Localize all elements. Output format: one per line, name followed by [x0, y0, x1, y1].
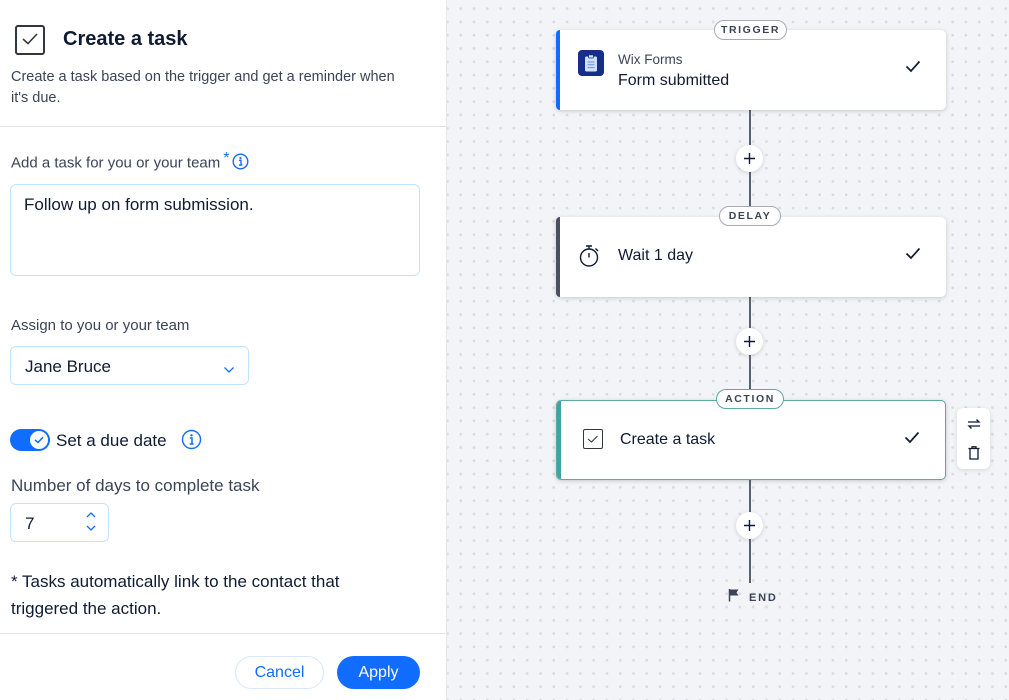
info-icon[interactable]	[181, 429, 202, 455]
stopwatch-icon	[579, 244, 601, 273]
action-node[interactable]: Create a task	[556, 400, 946, 480]
end-marker: END	[728, 588, 778, 607]
delete-icon[interactable]	[966, 445, 982, 461]
delay-type-pill: DELAY	[719, 206, 781, 226]
trigger-type-pill: TRIGGER	[714, 20, 787, 40]
add-step-button[interactable]	[736, 145, 763, 172]
toggle-knob	[30, 431, 48, 449]
info-icon[interactable]	[232, 153, 249, 174]
trigger-app-name: Wix Forms	[618, 52, 683, 67]
add-step-button[interactable]	[736, 328, 763, 355]
due-date-toggle[interactable]	[10, 429, 50, 451]
node-accent-bar	[557, 401, 561, 479]
checkmark-icon	[905, 60, 921, 78]
cancel-button[interactable]: Cancel	[235, 656, 324, 689]
task-settings-panel: Create a task Create a task based on the…	[0, 0, 446, 700]
node-actions-toolbar	[957, 408, 990, 469]
due-date-label: Set a due date	[56, 431, 167, 450]
checkmark-icon	[904, 431, 920, 449]
assign-field-label: Assign to you or your team	[11, 317, 190, 334]
days-number-input[interactable]: 7	[10, 503, 109, 542]
chevron-down-icon[interactable]	[84, 520, 98, 532]
assignee-dropdown[interactable]: Jane Bruce	[10, 346, 249, 385]
action-title: Create a task	[620, 431, 716, 448]
task-checkbox-icon	[583, 429, 603, 449]
days-value: 7	[25, 514, 35, 533]
panel-description: Create a task based on the trigger and g…	[11, 69, 395, 106]
chevron-up-icon[interactable]	[84, 507, 98, 519]
replace-icon[interactable]	[966, 416, 982, 432]
trigger-title: Form submitted	[618, 72, 730, 89]
panel-title: Create a task	[63, 28, 188, 50]
task-field-label-text: Add a task for you or your team	[11, 154, 221, 172]
node-accent-bar	[556, 30, 560, 110]
automation-canvas: Wix Forms Form submitted TRIGGER Wait 1 …	[446, 0, 1009, 700]
action-type-pill: ACTION	[716, 389, 784, 409]
apply-button[interactable]: Apply	[337, 656, 420, 689]
flag-icon	[728, 588, 740, 607]
assignee-selected-value: Jane Bruce	[25, 357, 111, 376]
required-marker: *	[223, 150, 230, 168]
checkmark-icon	[905, 247, 921, 265]
node-accent-bar	[556, 217, 560, 297]
task-field-label: Add a task for you or your team *	[11, 150, 249, 174]
task-checkbox-icon	[15, 25, 45, 55]
trigger-node[interactable]: Wix Forms Form submitted	[556, 30, 946, 110]
task-textarea[interactable]: Follow up on form submission.	[10, 184, 420, 276]
delay-title: Wait 1 day	[618, 247, 693, 264]
add-step-button[interactable]	[736, 512, 763, 539]
end-label: END	[749, 591, 778, 604]
chevron-down-icon	[223, 361, 235, 379]
days-field-label: Number of days to complete task	[11, 476, 260, 495]
delay-node[interactable]: Wait 1 day	[556, 217, 946, 297]
panel-footer: Cancel Apply	[0, 633, 446, 700]
clipboard-icon	[578, 50, 604, 76]
contact-link-note: * Tasks automatically link to the contac…	[11, 572, 340, 618]
panel-header: Create a task Create a task based on the…	[0, 0, 446, 127]
